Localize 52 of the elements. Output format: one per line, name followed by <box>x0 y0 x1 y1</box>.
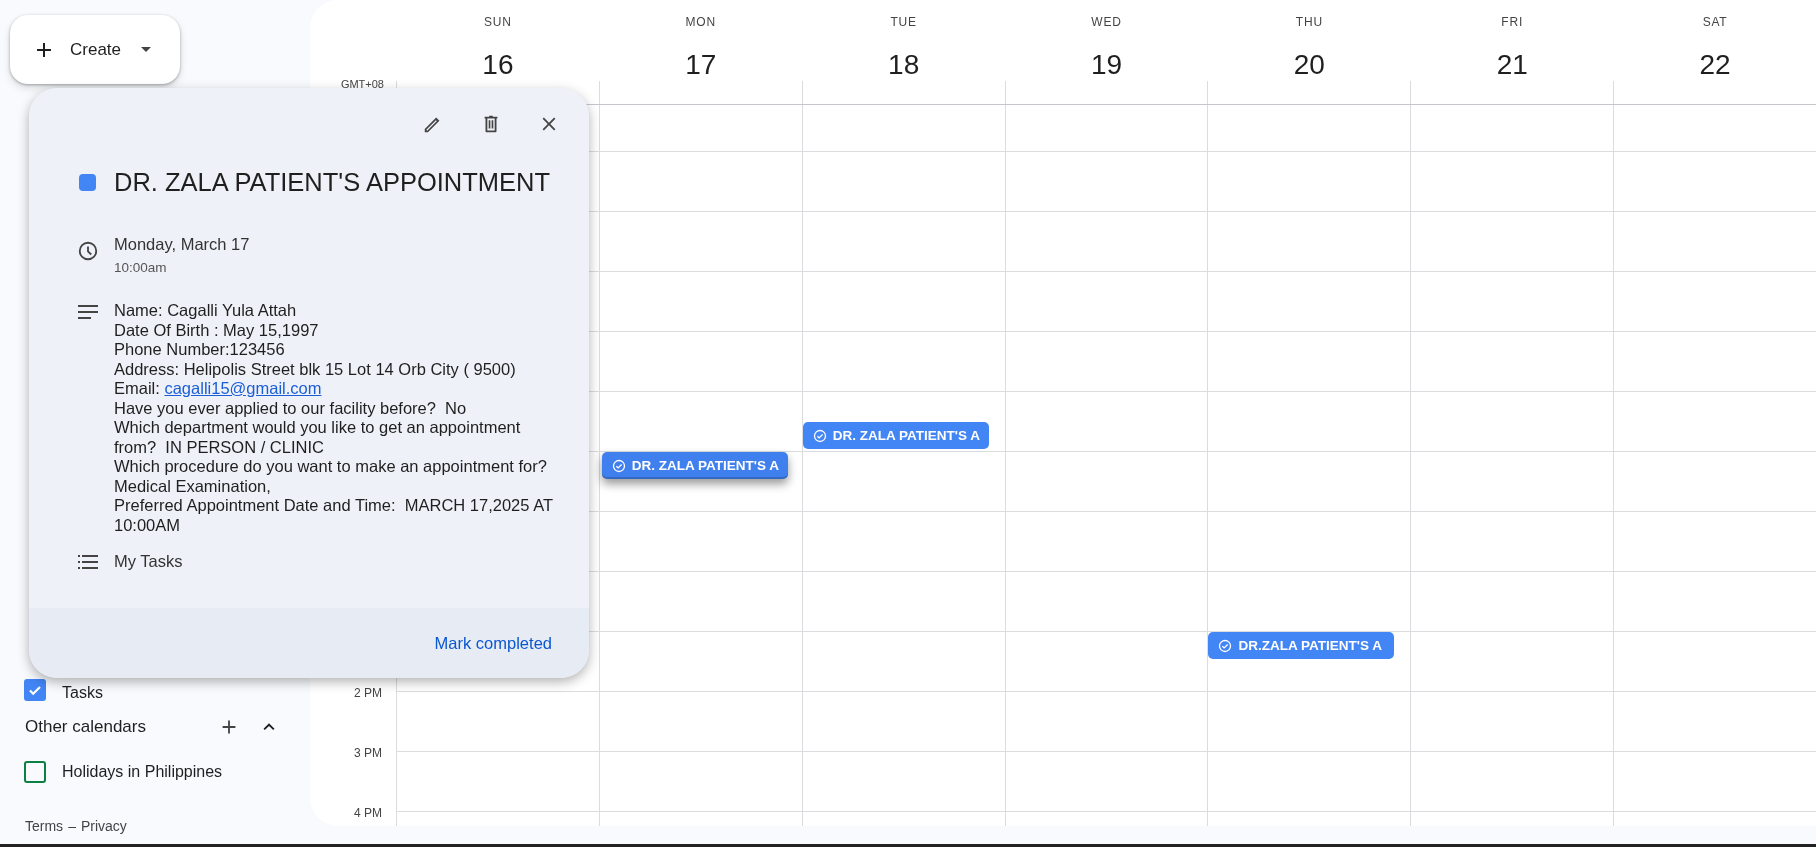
description-icon <box>77 305 98 319</box>
event-chip[interactable]: DR. ZALA PATIENT'S A <box>802 422 989 449</box>
event-chip[interactable]: DR. ZALA PATIENT'S A <box>601 452 788 479</box>
day-name: SAT <box>1702 15 1728 29</box>
day-name: TUE <box>890 15 917 29</box>
event-time: 10:00am <box>114 260 168 275</box>
checkbox[interactable] <box>24 679 46 701</box>
day-number[interactable]: 16 <box>482 49 514 81</box>
day-number[interactable]: 21 <box>1496 49 1528 81</box>
day-number[interactable]: 17 <box>685 49 717 81</box>
check-circle-icon <box>812 428 827 443</box>
day-number[interactable]: 19 <box>1090 49 1123 81</box>
description-text: Address: Helipolis Street blk 15 Lot 14 Orb City ( 9500) <box>114 359 517 379</box>
checkbox[interactable] <box>24 761 46 783</box>
day-name: FRI <box>1501 15 1524 29</box>
create-button[interactable]: Create <box>10 15 180 84</box>
day-number[interactable]: 20 <box>1293 49 1325 81</box>
description-text: Preferred Appointment Date and Time: MARCH 17,2025 AT 10:00AM <box>114 496 554 535</box>
day-name: MON <box>685 15 716 29</box>
check-circle-icon <box>1218 638 1233 653</box>
caret-icon <box>141 47 152 52</box>
email-link[interactable]: cagalli15@gmail.com <box>164 379 322 397</box>
calendar-label: Holidays in Philippines <box>62 763 223 781</box>
day-name: WED <box>1091 15 1122 29</box>
terms-link[interactable]: Terms <box>25 818 64 834</box>
day-number[interactable]: 18 <box>888 49 920 81</box>
section-title: Other calendars <box>25 717 147 737</box>
description-text: Phone Number:123456 <box>114 340 286 360</box>
privacy-link[interactable]: Privacy <box>80 818 127 834</box>
clock-icon <box>76 240 99 262</box>
hour-label: 2 PM <box>354 686 382 700</box>
timezone-label: GMT+08 <box>340 78 384 90</box>
day-name: THU <box>1295 15 1323 29</box>
description-text: Which procedure do you want to make an appointment for? Medical Examination, <box>114 457 548 496</box>
event-date: Monday, March 17 <box>114 235 250 254</box>
day-name: SUN <box>484 15 512 29</box>
mark-completed-button[interactable]: Mark completed <box>432 629 554 657</box>
calendar-label: Tasks <box>62 684 103 702</box>
description-text: Email: <box>114 379 161 397</box>
description-text: Name: Cagalli Yula Attah <box>114 301 298 321</box>
event-title: DR. ZALA PATIENT'S APPOINTMENT <box>114 168 551 197</box>
day-number[interactable]: 22 <box>1699 49 1731 81</box>
event-chip[interactable]: DR.ZALA PATIENT'S A <box>1208 632 1395 659</box>
separator: – <box>68 818 76 834</box>
description-text: Date Of Birth : May 15,1997 <box>114 320 320 340</box>
task-list-name: My Tasks <box>114 552 183 571</box>
hour-label: 3 PM <box>354 746 382 760</box>
list-icon <box>77 554 98 569</box>
description-text: Have you ever applied to our facility before? No <box>114 398 468 418</box>
hour-label: 4 PM <box>354 806 382 820</box>
description-text: Which department would you like to get an appointment from? IN PERSON / CLINIC <box>114 418 522 457</box>
check-circle-icon <box>611 458 626 473</box>
